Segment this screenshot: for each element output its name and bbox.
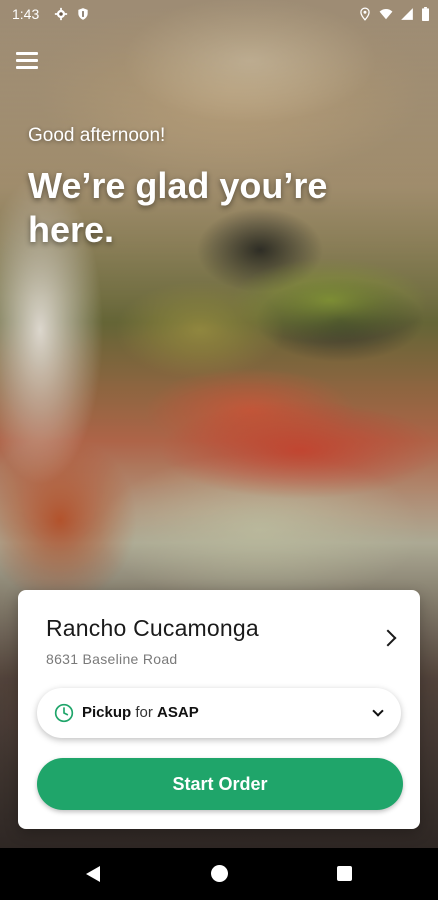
wifi-icon	[379, 9, 393, 20]
clock-icon	[54, 703, 74, 723]
location-icon	[360, 7, 370, 21]
home-icon[interactable]	[211, 865, 228, 882]
pickup-mode: Pickup	[82, 704, 132, 721]
status-time: 1:43	[12, 6, 40, 22]
pickup-connector: for	[135, 704, 153, 721]
back-icon[interactable]	[84, 865, 102, 883]
shield-icon	[78, 8, 88, 20]
menu-icon[interactable]	[16, 52, 38, 70]
settings-icon	[54, 7, 68, 21]
location-address: 8631 Baseline Road	[46, 651, 178, 667]
battery-icon	[422, 7, 429, 21]
headline-text: We’re glad you’re here.	[28, 165, 328, 250]
start-order-button[interactable]: Start Order	[37, 758, 403, 810]
recents-icon[interactable]	[337, 866, 352, 881]
chevron-down-icon	[372, 705, 384, 717]
status-bar: 1:43	[0, 0, 438, 30]
location-selector[interactable]: Rancho Cucamonga 8631 Baseline Road	[18, 590, 420, 678]
location-name: Rancho Cucamonga	[46, 615, 259, 641]
greeting-text: Good afternoon!	[28, 125, 166, 146]
pickup-time: ASAP	[157, 704, 199, 721]
signal-icon	[401, 8, 413, 20]
system-nav-bar	[0, 848, 438, 900]
pickup-time-selector[interactable]: Pickup for ASAP	[37, 688, 401, 738]
location-card: Rancho Cucamonga 8631 Baseline Road Pick…	[18, 590, 420, 829]
pickup-label: Pickup for ASAP	[82, 704, 199, 721]
chevron-right-icon	[379, 629, 397, 647]
